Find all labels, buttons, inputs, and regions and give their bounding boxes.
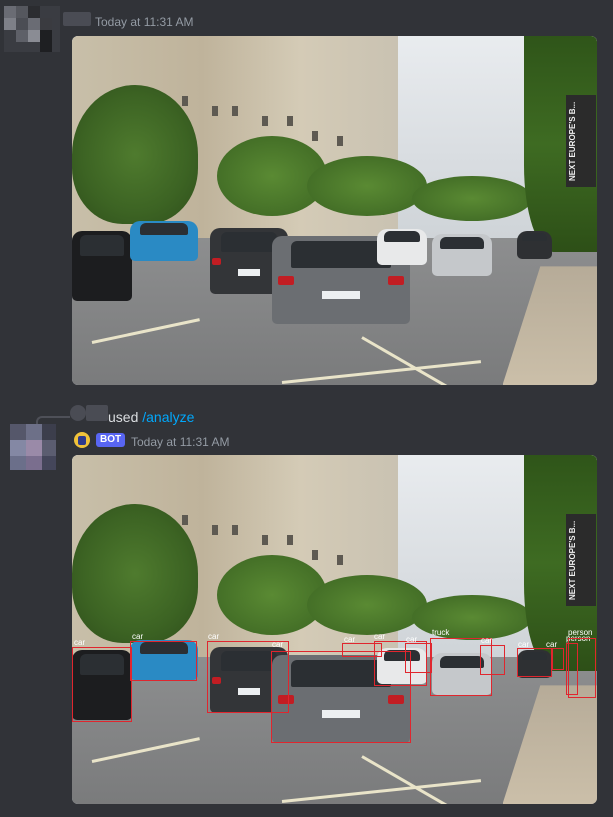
detection-label: car [272, 640, 284, 649]
detection-box [568, 638, 596, 698]
command-usage-line: used /analyze [108, 409, 194, 425]
car [432, 234, 492, 276]
message-timestamp: Today at 11:31 AM [95, 15, 194, 29]
bot-badge: BOT [96, 433, 126, 447]
car [130, 221, 198, 261]
detection-label: car [406, 635, 418, 644]
analysis-result-image[interactable]: NEXT EUROPE'S B... car car car car car c… [72, 455, 597, 804]
detection-box [552, 648, 564, 670]
car [517, 231, 552, 259]
detection-label: car [546, 640, 558, 649]
detection-label: car [374, 632, 386, 641]
street-banner: NEXT EUROPE'S B... [566, 514, 596, 607]
detection-label: car [518, 640, 530, 649]
bot-avatar[interactable] [10, 424, 56, 470]
detection-label: truck [432, 628, 450, 637]
invoker-avatar[interactable] [70, 405, 86, 421]
detection-box [480, 645, 505, 675]
detection-box [130, 641, 197, 681]
message-1: Today at 11:31 AM NEXT EUROPE'S B... [0, 0, 613, 400]
car [72, 231, 132, 301]
command-link[interactable]: /analyze [142, 409, 194, 425]
car [377, 229, 427, 265]
detection-box [405, 643, 432, 673]
detection-box [72, 647, 132, 722]
username[interactable] [63, 12, 91, 26]
street-photo-annotated: NEXT EUROPE'S B... car car car car car c… [72, 455, 597, 804]
attachment-image[interactable]: NEXT EUROPE'S B... [72, 36, 597, 385]
detection-label: car [132, 632, 144, 641]
detection-label: car [481, 636, 493, 645]
detection-label: car [74, 638, 86, 647]
street-banner: NEXT EUROPE'S B... [566, 95, 596, 188]
message-timestamp: Today at 11:31 AM [131, 435, 230, 449]
detection-label: car [208, 632, 220, 641]
user-avatar[interactable] [4, 6, 60, 52]
detection-box [517, 648, 552, 677]
invoker-username[interactable] [86, 405, 108, 421]
used-text: used [108, 409, 139, 425]
detection-label: car [344, 635, 356, 644]
detection-label: person [568, 628, 593, 637]
street-photo: NEXT EUROPE'S B... [72, 36, 597, 385]
bot-emoji-icon [74, 432, 90, 448]
